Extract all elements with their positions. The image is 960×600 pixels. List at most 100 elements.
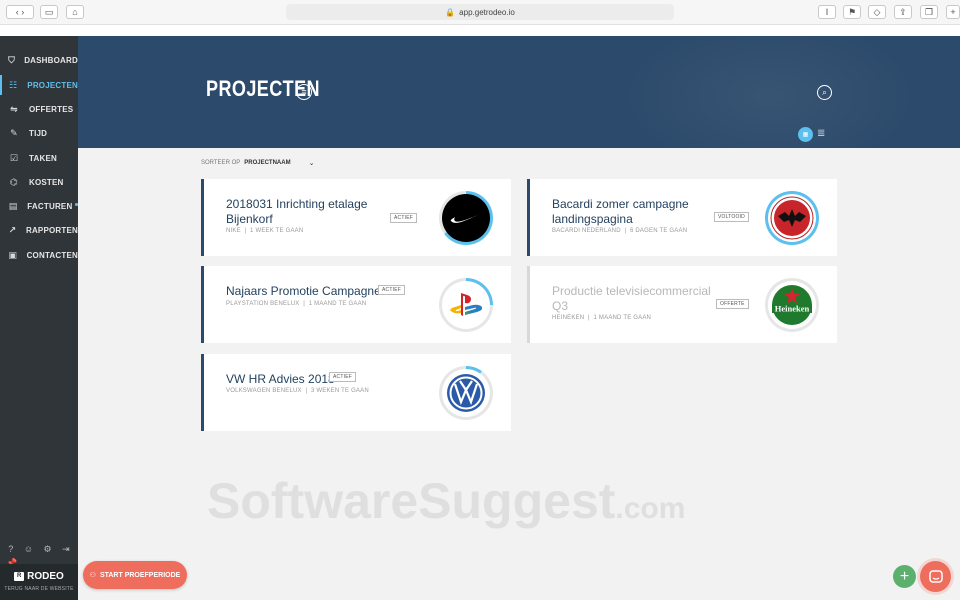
gear-icon[interactable]: ⚙ bbox=[44, 544, 52, 555]
chevron-down-icon: ⌄ bbox=[308, 160, 315, 167]
project-meta: PLAYSTATION BENELUX | 1 MAAND TE GAAN bbox=[226, 301, 367, 307]
search-icon[interactable]: ⌕ bbox=[817, 85, 832, 100]
status-badge: ACTIEF bbox=[390, 213, 417, 223]
sidebar: ⛉ DASHBOARD ☷ PROJECTEN ⇋ OFFERTES ✎ TIJ… bbox=[0, 36, 78, 600]
nike-logo bbox=[442, 194, 490, 242]
project-deadline: 1 WEEK TE GAAN bbox=[250, 228, 304, 234]
sidebar-item-tijd[interactable]: ✎ TIJD bbox=[0, 123, 78, 143]
sidebar-item-projecten[interactable]: ☷ PROJECTEN bbox=[0, 75, 78, 95]
sidebar-item-label: CONTACTEN bbox=[26, 250, 78, 260]
tab-strip bbox=[0, 24, 960, 36]
start-trial-label: START PROEFPERIODE bbox=[99, 571, 181, 579]
sidebar-item-label: DASHBOARD bbox=[24, 55, 78, 65]
back-forward-buttons[interactable]: ‹ › bbox=[6, 5, 34, 19]
sidebar-item-label: FACTUREN bbox=[27, 201, 73, 211]
invoices-icon: ▤ bbox=[8, 200, 18, 211]
sidebar-toggle-icon[interactable]: ▭ bbox=[40, 5, 58, 19]
project-meta: HEINEKEN | 1 MAAND TE GAAN bbox=[552, 315, 652, 321]
help-icon[interactable]: ? bbox=[8, 544, 13, 555]
sidebar-item-contacten[interactable]: ▣ CONTACTEN bbox=[0, 245, 78, 265]
project-client: VOLKSWAGEN BENELUX bbox=[226, 388, 302, 394]
share-icon[interactable]: ⇪ bbox=[894, 5, 912, 19]
address-bar[interactable]: 🔒 app.getrodeo.io bbox=[286, 4, 674, 20]
chat-button[interactable] bbox=[920, 561, 951, 592]
sort-value: PROJECTNAAM bbox=[244, 160, 291, 166]
status-badge: VOLTOOID bbox=[714, 212, 749, 222]
sidebar-item-taken[interactable]: ☑ TAKEN bbox=[0, 148, 78, 168]
add-user-icon: ⚇ bbox=[89, 572, 96, 579]
project-meta: NIKE | 1 WEEK TE GAAN bbox=[226, 228, 304, 234]
project-meta: BACARDI NEDERLAND | 6 DAGEN TE GAAN bbox=[552, 228, 688, 234]
sidebar-item-dashboard[interactable]: ⛉ DASHBOARD bbox=[0, 50, 78, 70]
grid-view-icon[interactable]: ▦ bbox=[798, 127, 813, 142]
watermark: SoftwareSuggest.com bbox=[207, 472, 685, 530]
bacardi-logo bbox=[768, 194, 816, 242]
heineken-logo: Heineken bbox=[768, 281, 816, 329]
logout-icon[interactable]: ⇥ bbox=[62, 544, 70, 555]
contacts-icon: ▣ bbox=[8, 249, 18, 260]
url-text: app.getrodeo.io bbox=[459, 7, 515, 17]
status-badge: ACTIEF bbox=[329, 372, 356, 382]
playstation-logo bbox=[442, 281, 490, 329]
back-to-website-link[interactable]: TERUG NAAR DE WEBSITE bbox=[0, 586, 78, 592]
time-icon: ✎ bbox=[10, 127, 18, 138]
sidebar-item-offertes[interactable]: ⇋ OFFERTES bbox=[0, 99, 78, 119]
sidebar-item-label: TAKEN bbox=[29, 153, 57, 163]
project-card[interactable]: Productie televisiecommercial Q3 HEINEKE… bbox=[527, 266, 837, 343]
costs-icon: ⌬ bbox=[9, 176, 19, 187]
sidebar-item-label: TIJD bbox=[29, 128, 48, 138]
project-title: Najaars Promotie Campagne bbox=[226, 284, 381, 298]
extension-icon[interactable]: ⚑ bbox=[843, 5, 861, 19]
project-deadline: 6 DAGEN TE GAAN bbox=[629, 228, 688, 234]
tabs-icon[interactable]: ❐ bbox=[920, 5, 938, 19]
sort-label: SORTEER OP bbox=[201, 160, 241, 166]
reports-icon: ↗ bbox=[8, 224, 17, 235]
sort-control[interactable]: SORTEER OP PROJECTNAAM ⌄ bbox=[201, 159, 314, 167]
quotes-icon: ⇋ bbox=[10, 103, 18, 114]
project-card[interactable]: 2018031 Inrichting etalage Bijenkorf NIK… bbox=[201, 179, 511, 256]
reader-icon[interactable]: I bbox=[818, 5, 836, 19]
project-card[interactable]: VW HR Advies 2018 VOLKSWAGEN BENELUX | 3… bbox=[201, 354, 511, 431]
list-view-icon[interactable]: ≣ bbox=[817, 128, 825, 139]
brand-name: RODEO bbox=[27, 571, 64, 582]
project-meta: VOLKSWAGEN BENELUX | 3 WEKEN TE GAAN bbox=[226, 388, 369, 394]
volkswagen-logo bbox=[442, 369, 490, 417]
new-tab-icon[interactable]: + bbox=[946, 5, 960, 19]
home-icon[interactable]: ⌂ bbox=[66, 5, 84, 19]
sidebar-item-label: KOSTEN bbox=[29, 177, 64, 187]
page-header: PROJECTEN ≡ ⌕ ▦ ≣ bbox=[78, 36, 960, 148]
progress-ring bbox=[439, 278, 493, 332]
sidebar-item-rapporten[interactable]: ↗ RAPPORTEN bbox=[0, 220, 78, 240]
users-icon[interactable]: ☺ bbox=[24, 544, 33, 555]
dashboard-icon: ⛉ bbox=[8, 54, 16, 65]
project-title: VW HR Advies 2018 bbox=[226, 372, 335, 386]
watermark-text: SoftwareSuggest bbox=[207, 473, 616, 529]
browser-toolbar: ‹ › ▭ ⌂ 🔒 app.getrodeo.io I ⚑ ◇ ⇪ ❐ + bbox=[0, 0, 960, 36]
lock-icon: 🔒 bbox=[445, 7, 456, 17]
rodeo-logo-mark: R bbox=[14, 572, 25, 581]
tasks-icon: ☑ bbox=[9, 152, 19, 163]
add-project-button[interactable]: + bbox=[893, 565, 916, 588]
status-badge: ACTIEF bbox=[378, 285, 405, 295]
project-client: BACARDI NEDERLAND bbox=[552, 228, 621, 234]
sidebar-item-label: RAPPORTEN bbox=[25, 225, 78, 235]
sidebar-item-facturen[interactable]: ▤ FACTUREN bbox=[0, 196, 78, 216]
filter-icon[interactable]: ≡ bbox=[296, 84, 312, 100]
shield-icon[interactable]: ◇ bbox=[868, 5, 886, 19]
sidebar-utility-bar: ? ☺ ⚙ ⇥ bbox=[0, 544, 78, 555]
brand-footer[interactable]: R RODEO TERUG NAAR DE WEBSITE bbox=[0, 564, 78, 600]
sidebar-item-label: PROJECTEN bbox=[27, 80, 78, 90]
watermark-suffix: .com bbox=[615, 492, 686, 525]
start-trial-button[interactable]: ⚇ START PROEFPERIODE bbox=[83, 561, 187, 589]
project-card[interactable]: Najaars Promotie Campagne PLAYSTATION BE… bbox=[201, 266, 511, 343]
plus-icon: + bbox=[899, 567, 910, 585]
project-title: Bacardi zomer campagne landingspagina bbox=[552, 197, 689, 226]
project-deadline: 1 MAAND TE GAAN bbox=[593, 315, 652, 321]
header-background bbox=[620, 36, 920, 148]
project-client: HEINEKEN bbox=[552, 315, 585, 321]
project-card[interactable]: Bacardi zomer campagne landingspagina BA… bbox=[527, 179, 837, 256]
progress-ring bbox=[439, 191, 493, 245]
chat-icon bbox=[928, 569, 943, 583]
sidebar-item-kosten[interactable]: ⌬ KOSTEN bbox=[0, 172, 78, 192]
project-client: PLAYSTATION BENELUX bbox=[226, 301, 300, 307]
